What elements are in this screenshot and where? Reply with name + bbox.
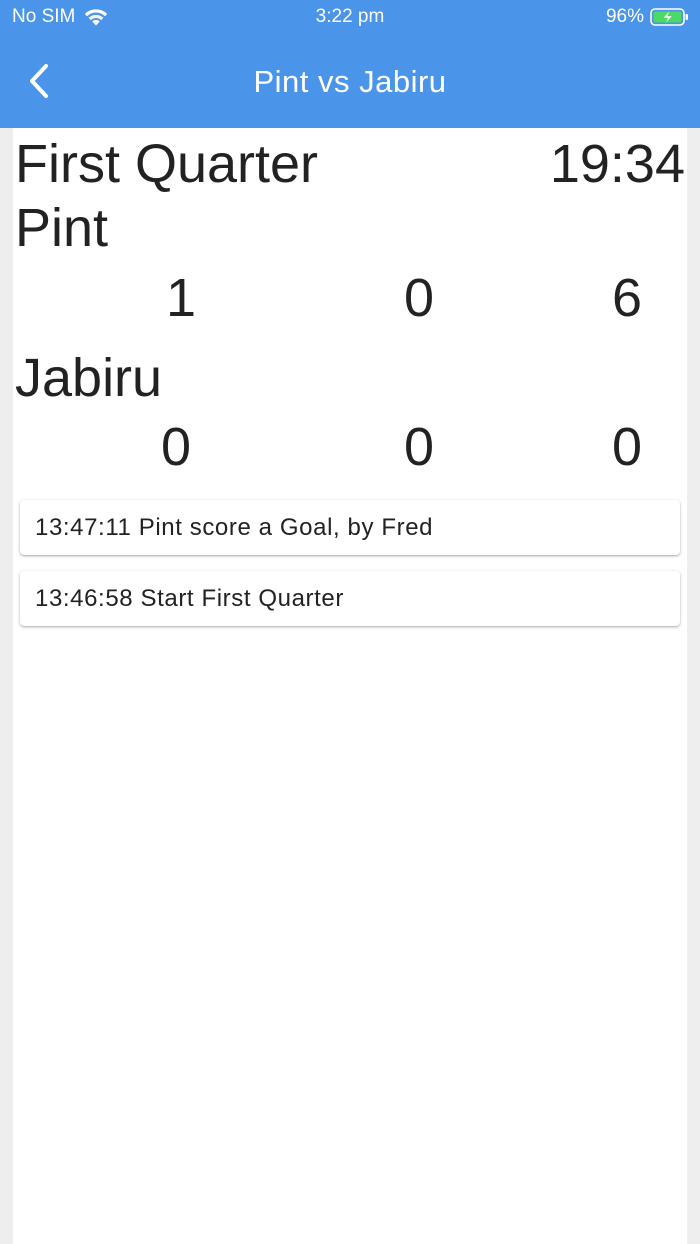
game-clock: 19:34: [549, 134, 685, 194]
home-goals: 1: [165, 268, 197, 328]
team-name-away: Jabiru: [15, 348, 163, 408]
score-row-home: 1 0 6: [13, 268, 687, 332]
quarter-row: First Quarter 19:34: [13, 130, 687, 196]
log-item-text: 13:47:11 Pint score a Goal, by Fred: [35, 513, 434, 541]
home-total: 6: [611, 268, 643, 328]
home-behinds: 0: [403, 268, 435, 328]
away-goals: 0: [160, 417, 192, 477]
log-item[interactable]: 13:47:11 Pint score a Goal, by Fred: [20, 500, 680, 555]
log-item[interactable]: 13:46:58 Start First Quarter: [20, 571, 680, 626]
status-bar: No SIM 3:22 pm 96%: [0, 0, 700, 36]
page-title: Pint vs Jabiru: [253, 64, 447, 99]
battery-charging-icon: [650, 8, 688, 26]
navigation-bar: Pint vs Jabiru: [0, 36, 700, 128]
event-log: 13:47:11 Pint score a Goal, by Fred 13:4…: [20, 500, 680, 642]
score-row-away: 0 0 0: [13, 417, 687, 481]
status-time: 3:22 pm: [315, 6, 385, 27]
battery-percent: 96%: [605, 6, 644, 27]
log-item-text: 13:46:58 Start First Quarter: [35, 584, 344, 612]
status-right: 96%: [606, 6, 690, 28]
away-total: 0: [611, 417, 643, 477]
app-header: No SIM 3:22 pm 96% Pint vs Jabiru: [0, 0, 700, 128]
team-name-home: Pint: [15, 198, 109, 258]
quarter-label: First Quarter: [15, 134, 319, 194]
game-screen: First Quarter 19:34 Pint 1 0 6 Jabiru 0 …: [13, 128, 687, 1244]
away-behinds: 0: [403, 417, 435, 477]
